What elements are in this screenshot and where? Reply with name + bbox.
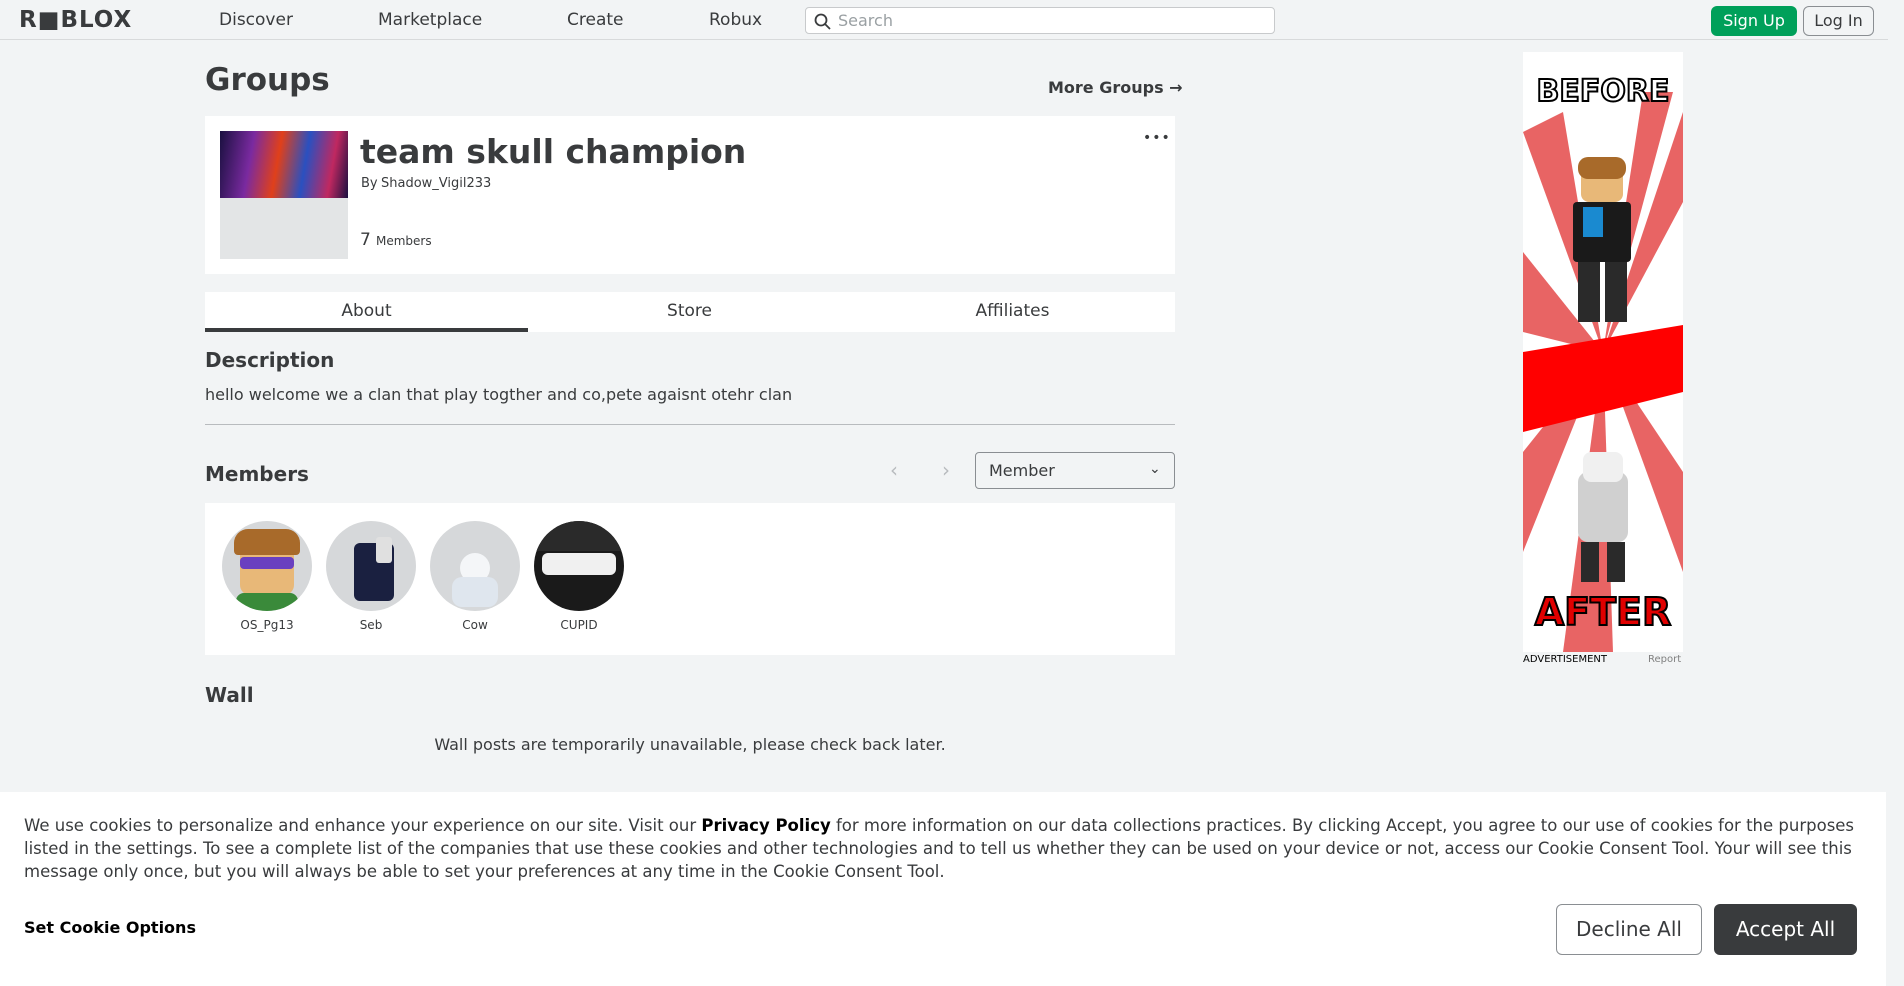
group-owner-link[interactable]: Shadow_Vigil233 — [381, 176, 491, 191]
log-in-button[interactable]: Log In — [1803, 6, 1874, 36]
chevron-right-icon[interactable]: › — [942, 458, 950, 482]
member-name[interactable]: OS_Pg13 — [221, 618, 313, 632]
cookie-text-part-1: We use cookies to personalize and enhanc… — [24, 816, 702, 835]
group-emblem — [220, 131, 348, 259]
group-owner-prefix: By — [361, 176, 378, 191]
tab-about[interactable]: About — [205, 292, 528, 332]
nav-discover[interactable]: Discover — [219, 10, 293, 30]
advertisement-label: ADVERTISEMENT — [1523, 654, 1608, 665]
ad-background-image — [1523, 52, 1683, 652]
member-name[interactable]: Seb — [325, 618, 417, 632]
advertisement-banner[interactable]: BEFORE AFTER — [1523, 52, 1683, 652]
avatar[interactable] — [326, 521, 416, 611]
search-input[interactable] — [838, 9, 1268, 32]
role-dropdown[interactable]: Member ⌄ — [975, 452, 1175, 489]
roblox-logo[interactable]: R■BLOX — [19, 7, 132, 33]
cookie-consent-text: We use cookies to personalize and enhanc… — [24, 814, 1874, 883]
more-groups-link[interactable]: More Groups → — [1048, 78, 1183, 97]
group-header-card: team skull champion By Shadow_Vigil233 7… — [205, 116, 1175, 274]
wall-heading: Wall — [205, 683, 254, 707]
cookie-consent-banner: We use cookies to personalize and enhanc… — [0, 792, 1886, 986]
member-item[interactable]: Cow — [429, 521, 521, 632]
ad-report-link[interactable]: Report — [1648, 654, 1681, 665]
more-options-icon[interactable]: ••• — [1143, 130, 1171, 146]
wall-unavailable-message: Wall posts are temporarily unavailable, … — [434, 735, 946, 754]
member-item[interactable]: Seb — [325, 521, 417, 632]
members-heading: Members — [205, 462, 309, 486]
description-heading: Description — [205, 348, 335, 372]
ad-after-text: AFTER — [1534, 589, 1673, 635]
member-item[interactable]: CUPID — [533, 521, 625, 632]
chevron-down-icon: ⌄ — [1149, 461, 1161, 477]
sign-up-button[interactable]: Sign Up — [1711, 6, 1797, 36]
member-item[interactable]: OS_Pg13 — [221, 521, 313, 632]
chevron-left-icon[interactable]: ‹ — [890, 458, 898, 482]
section-divider — [205, 424, 1175, 425]
page-scrollbar[interactable] — [1888, 0, 1904, 986]
member-name[interactable]: CUPID — [533, 618, 625, 632]
avatar[interactable] — [534, 521, 624, 611]
description-text: hello welcome we a clan that play togthe… — [205, 385, 793, 404]
privacy-policy-link[interactable]: Privacy Policy — [701, 816, 830, 835]
ad-before-text: BEFORE — [1536, 73, 1671, 110]
avatar[interactable] — [430, 521, 520, 611]
group-tabs: About Store Affiliates — [205, 292, 1175, 332]
accept-all-button[interactable]: Accept All — [1714, 904, 1857, 955]
role-dropdown-value: Member — [989, 461, 1055, 480]
group-emblem-image — [220, 131, 348, 198]
members-list: OS_Pg13 Seb Cow CUPID — [205, 503, 1175, 655]
member-name[interactable]: Cow — [429, 618, 521, 632]
nav-create[interactable]: Create — [567, 10, 624, 30]
nav-robux[interactable]: Robux — [709, 10, 762, 30]
group-name: team skull champion — [360, 132, 747, 171]
avatar[interactable] — [222, 521, 312, 611]
decline-all-button[interactable]: Decline All — [1556, 904, 1702, 955]
group-member-count: 7 — [360, 230, 371, 250]
group-member-count-label: Members — [376, 234, 432, 248]
search-icon — [814, 13, 831, 30]
set-cookie-options-link[interactable]: Set Cookie Options — [24, 918, 196, 937]
tab-store[interactable]: Store — [528, 292, 851, 332]
tab-affiliates[interactable]: Affiliates — [851, 292, 1174, 332]
page-title: Groups — [205, 62, 330, 98]
top-navigation-bar: R■BLOX Discover Marketplace Create Robux… — [0, 0, 1904, 40]
nav-marketplace[interactable]: Marketplace — [378, 10, 482, 30]
search-box[interactable] — [805, 7, 1275, 34]
